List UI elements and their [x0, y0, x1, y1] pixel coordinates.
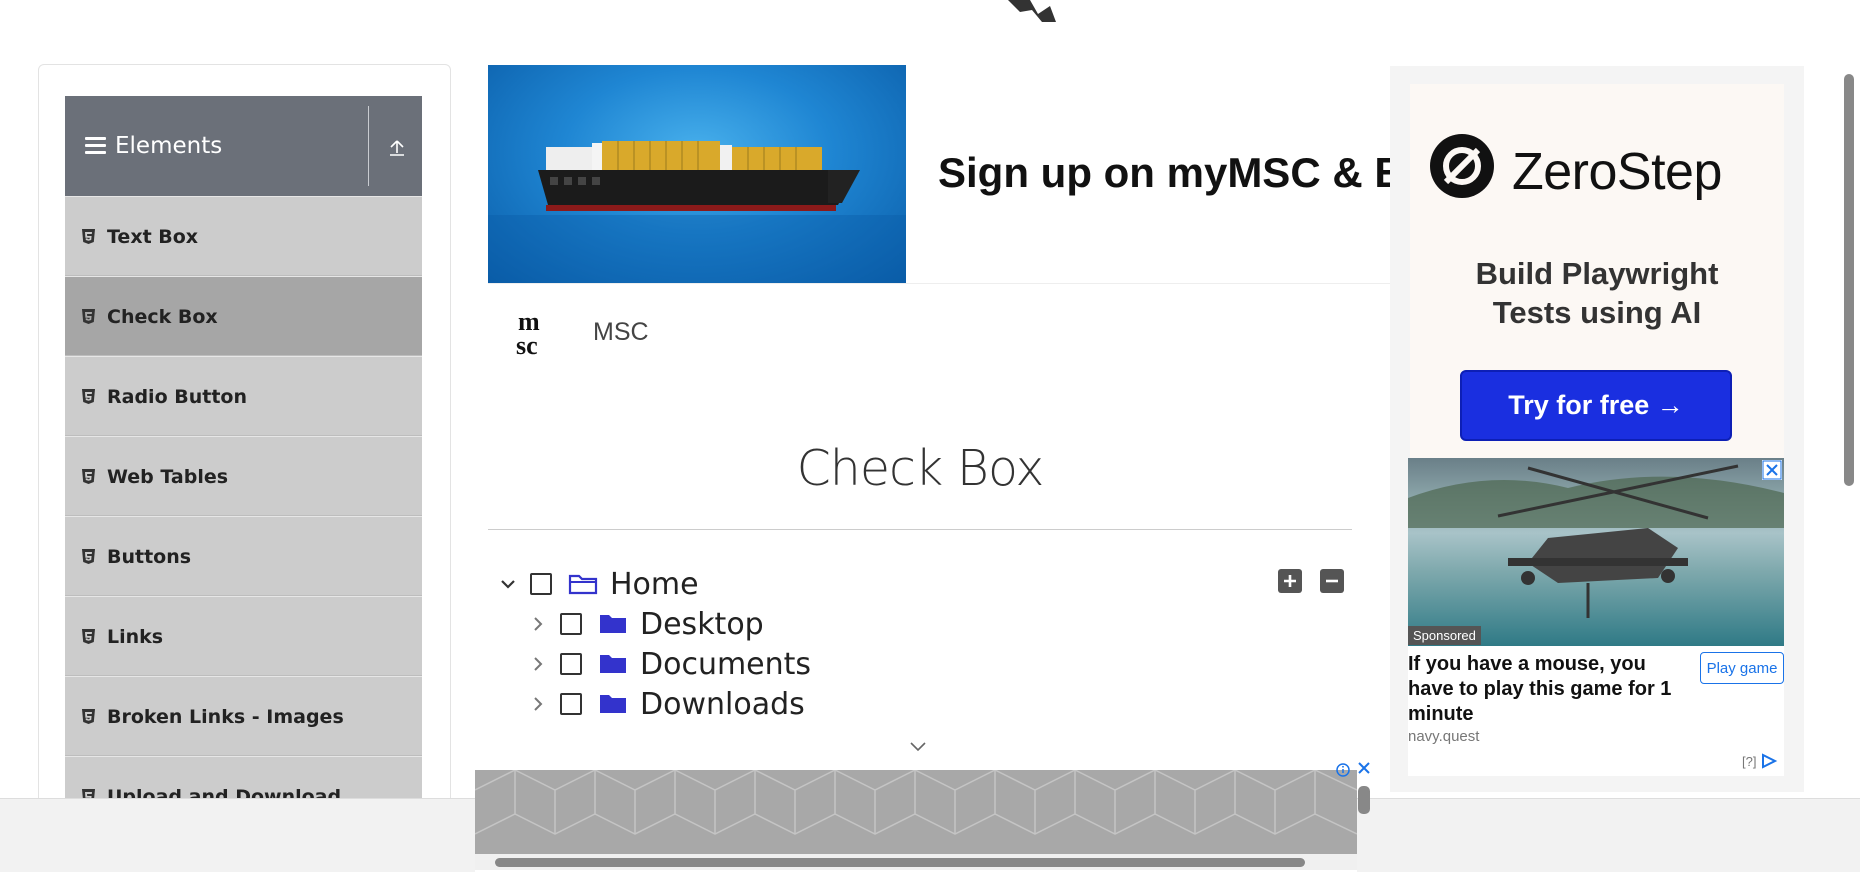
- page-title: Check Box: [796, 440, 1045, 497]
- ad-brand-name: MSC: [593, 318, 649, 346]
- adchoices-label: [?]: [1742, 753, 1757, 769]
- tree-node-label[interactable]: Documents: [640, 647, 811, 682]
- helicopter-image: [1408, 458, 1784, 646]
- ad-headline: Sign up on myMSC & B: [938, 149, 1396, 196]
- chevron-right-icon[interactable]: [528, 614, 548, 634]
- adchoices[interactable]: [?]: [1742, 753, 1778, 769]
- chevron-right-icon[interactable]: [528, 654, 548, 674]
- html5-icon: [82, 709, 95, 724]
- tree-node-label[interactable]: Home: [610, 567, 699, 602]
- tree-node-label[interactable]: Desktop: [640, 607, 764, 642]
- sidebar-item-label: Broken Links - Images: [107, 706, 344, 728]
- sidebar-item-text-box[interactable]: Text Box: [65, 196, 422, 276]
- bottom-ad-vscroll-thumb[interactable]: [1358, 786, 1370, 814]
- scrollbar-thumb[interactable]: [1844, 74, 1854, 486]
- site-logo-fragment[interactable]: [990, 0, 1066, 22]
- html5-icon: [82, 309, 95, 324]
- sidebar-item-label: Radio Button: [107, 386, 247, 408]
- msc-logo: m sc: [516, 307, 540, 356]
- try-for-free-button[interactable]: Try for free →: [1460, 370, 1732, 441]
- adchoices-icon: [1762, 753, 1778, 769]
- tree-node-desktop: Desktop: [528, 604, 764, 644]
- close-icon[interactable]: [1762, 460, 1782, 480]
- play-game-button[interactable]: Play game: [1700, 652, 1784, 684]
- close-icon[interactable]: [1356, 760, 1372, 776]
- tree-node-documents: Documents: [528, 644, 811, 684]
- chevron-down-icon[interactable]: [498, 574, 518, 594]
- checkbox-documents[interactable]: [560, 653, 582, 675]
- html5-icon: [82, 389, 95, 404]
- ad-brand-row[interactable]: m sc MSC: [488, 283, 1396, 377]
- msc-ad-banner[interactable]: Sign up on myMSC & B: [488, 65, 1396, 283]
- minus-square-icon: [1326, 579, 1338, 583]
- folder-open-icon: [568, 574, 598, 595]
- tree-node-home: Home: [498, 564, 699, 604]
- folder-icon: [600, 695, 626, 713]
- tree-node-label[interactable]: Downloads: [640, 687, 805, 722]
- tree-node-downloads: Downloads: [528, 684, 805, 724]
- game-ad-text[interactable]: If you have a mouse, you have to play th…: [1408, 652, 1688, 727]
- sponsored-badge: Sponsored: [1408, 626, 1481, 645]
- header-divider: [368, 106, 369, 186]
- sidebar-item-label: Links: [107, 626, 164, 648]
- page: Elements Text Box Check Box Radio Button…: [0, 0, 1860, 872]
- zerostep-tagline: Build Playwright Tests using AI: [1410, 254, 1784, 332]
- bottom-ad-pattern: [474, 769, 1358, 854]
- html5-icon: [82, 549, 95, 564]
- chevron-down-icon[interactable]: [908, 740, 928, 754]
- html5-icon: [82, 469, 95, 484]
- sidebar-item-label: Check Box: [107, 306, 218, 328]
- chevron-right-icon[interactable]: [528, 694, 548, 714]
- sidebar-item-links[interactable]: Links: [65, 596, 422, 676]
- checkbox-desktop[interactable]: [560, 613, 582, 635]
- folder-icon: [600, 615, 626, 633]
- zerostep-ad[interactable]: ZeroStep Build Playwright Tests using AI…: [1410, 84, 1784, 459]
- game-ad[interactable]: Sponsored If you have a mouse, you have …: [1408, 458, 1784, 776]
- group-title: Elements: [115, 133, 223, 159]
- sidebar-menu: Text Box Check Box Radio Button Web Tabl…: [65, 196, 422, 823]
- right-ad-column: ZeroStep Build Playwright Tests using AI…: [1390, 66, 1804, 792]
- sidebar-item-label: Text Box: [107, 226, 199, 248]
- sidebar-item-label: Web Tables: [107, 466, 229, 488]
- vertical-scrollbar[interactable]: [1840, 64, 1858, 872]
- scrollbar-thumb[interactable]: [495, 858, 1305, 867]
- folder-icon: [600, 655, 626, 673]
- sidebar-panel: Elements Text Box Check Box Radio Button…: [38, 64, 451, 824]
- sidebar-item-broken-links[interactable]: Broken Links - Images: [65, 676, 422, 756]
- plus-square-icon: [1284, 575, 1296, 587]
- horizontal-scrollbar[interactable]: [475, 854, 1357, 870]
- title-divider: [488, 529, 1352, 530]
- sidebar-item-label: Buttons: [107, 546, 192, 568]
- collapse-all-button[interactable]: [1320, 569, 1344, 593]
- checkbox-downloads[interactable]: [560, 693, 582, 715]
- zerostep-brand: ZeroStep: [1512, 143, 1722, 201]
- html5-icon: [82, 229, 95, 244]
- svg-text:sc: sc: [516, 331, 538, 356]
- html5-icon: [82, 629, 95, 644]
- game-ad-domain[interactable]: navy.quest: [1408, 728, 1479, 745]
- tagline-line-2: Tests using AI: [1492, 295, 1702, 330]
- ship-image: [488, 65, 906, 283]
- info-icon[interactable]: [1334, 762, 1352, 778]
- upload-icon[interactable]: [385, 136, 409, 160]
- expand-all-button[interactable]: [1278, 569, 1302, 593]
- sidebar-item-web-tables[interactable]: Web Tables: [65, 436, 422, 516]
- zerostep-logo-icon: [1430, 134, 1494, 198]
- hamburger-icon: [85, 137, 106, 155]
- sidebar-item-buttons[interactable]: Buttons: [65, 516, 422, 596]
- checkbox-home[interactable]: [530, 573, 552, 595]
- sidebar-item-check-box[interactable]: Check Box: [65, 276, 422, 356]
- tagline-line-1: Build Playwright: [1475, 256, 1719, 291]
- sidebar-item-radio-button[interactable]: Radio Button: [65, 356, 422, 436]
- elements-group-header[interactable]: Elements: [65, 96, 422, 196]
